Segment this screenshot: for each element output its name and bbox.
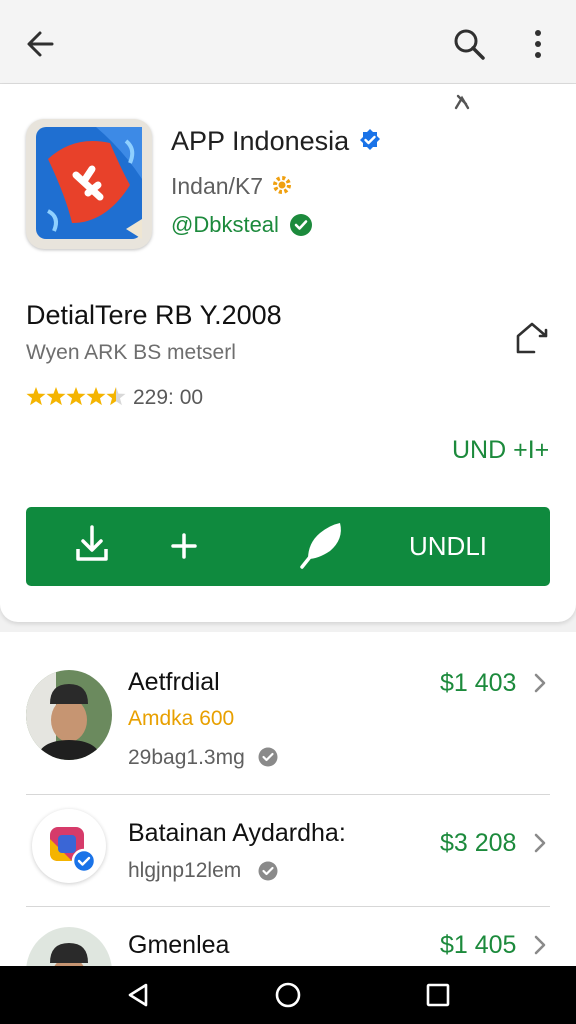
developer-name[interactable]: Indan/K7 [171, 173, 263, 200]
und-link[interactable]: UND +I+ [452, 436, 549, 465]
avatar [26, 670, 112, 760]
system-nav-bar [0, 966, 576, 1024]
gear-icon [273, 176, 291, 194]
list-item[interactable]: Batainan Aydardha: hlgjnp12lem $3 208 [0, 795, 576, 907]
primary-action-label[interactable]: UNDLI [409, 531, 487, 562]
star-icon [26, 387, 46, 406]
list-item-meta: hlgjnp12lem [128, 859, 242, 882]
star-icon [86, 387, 106, 406]
related-list: Aetfrdial Amdka 600 29bag1.3mg $1 403 Ba… [0, 632, 576, 966]
list-item-price: $1 405 [440, 931, 517, 959]
list-item-meta: 29bag1.3mg [128, 746, 245, 769]
download-icon[interactable] [74, 523, 110, 569]
list-item[interactable]: Aetfrdial Amdka 600 29bag1.3mg $1 403 [0, 632, 576, 795]
chevron-right-icon[interactable] [532, 672, 548, 694]
list-item-price: $1 403 [440, 669, 517, 697]
home-circle-icon[interactable] [274, 981, 302, 1009]
details-title: DetialTere RB Y.2008 [26, 300, 282, 330]
check-circle-icon [290, 214, 312, 236]
avatar [26, 927, 112, 966]
details-subtitle: Wyen ARK BS metserl [26, 341, 236, 364]
search-icon[interactable] [448, 24, 492, 64]
back-arrow-icon[interactable] [22, 24, 62, 64]
list-item-title: Gmenlea [128, 931, 230, 959]
chevron-right-icon[interactable] [532, 934, 548, 956]
app-detail-card: APP Indonesia Indan/K7 @Dbksteal DetialT… [0, 84, 576, 622]
developer-handle[interactable]: @Dbksteal [171, 212, 279, 238]
install-action-bar: UNDLI [26, 507, 550, 586]
more-vert-icon[interactable] [520, 24, 556, 64]
list-item[interactable]: Gmenlea $1 405 [0, 907, 576, 966]
feather-icon[interactable] [296, 519, 346, 571]
app-icon[interactable] [26, 119, 152, 249]
verified-badge-icon [360, 129, 380, 150]
check-circle-icon [258, 747, 278, 767]
share-home-icon[interactable] [512, 318, 552, 358]
rating-stars [26, 387, 126, 406]
star-icon [46, 387, 66, 406]
list-item-title: Batainan Aydardha: [128, 819, 346, 847]
list-item-subtitle: Amdka 600 [128, 707, 235, 730]
avatar [32, 809, 106, 883]
list-item-price: $3 208 [440, 829, 517, 857]
app-logo-icon [36, 127, 142, 239]
close-icon[interactable] [450, 92, 474, 112]
back-triangle-icon[interactable] [124, 981, 152, 1009]
star-icon [106, 387, 126, 406]
app-bar [0, 0, 576, 84]
chevron-right-icon[interactable] [532, 832, 548, 854]
check-circle-icon [258, 861, 278, 881]
star-icon [66, 387, 86, 406]
add-icon[interactable] [170, 530, 198, 562]
list-item-title: Aetfrdial [128, 668, 220, 696]
recents-square-icon[interactable] [424, 981, 452, 1009]
app-name: APP Indonesia [171, 126, 350, 156]
rating-count: 229: 00 [133, 386, 204, 409]
